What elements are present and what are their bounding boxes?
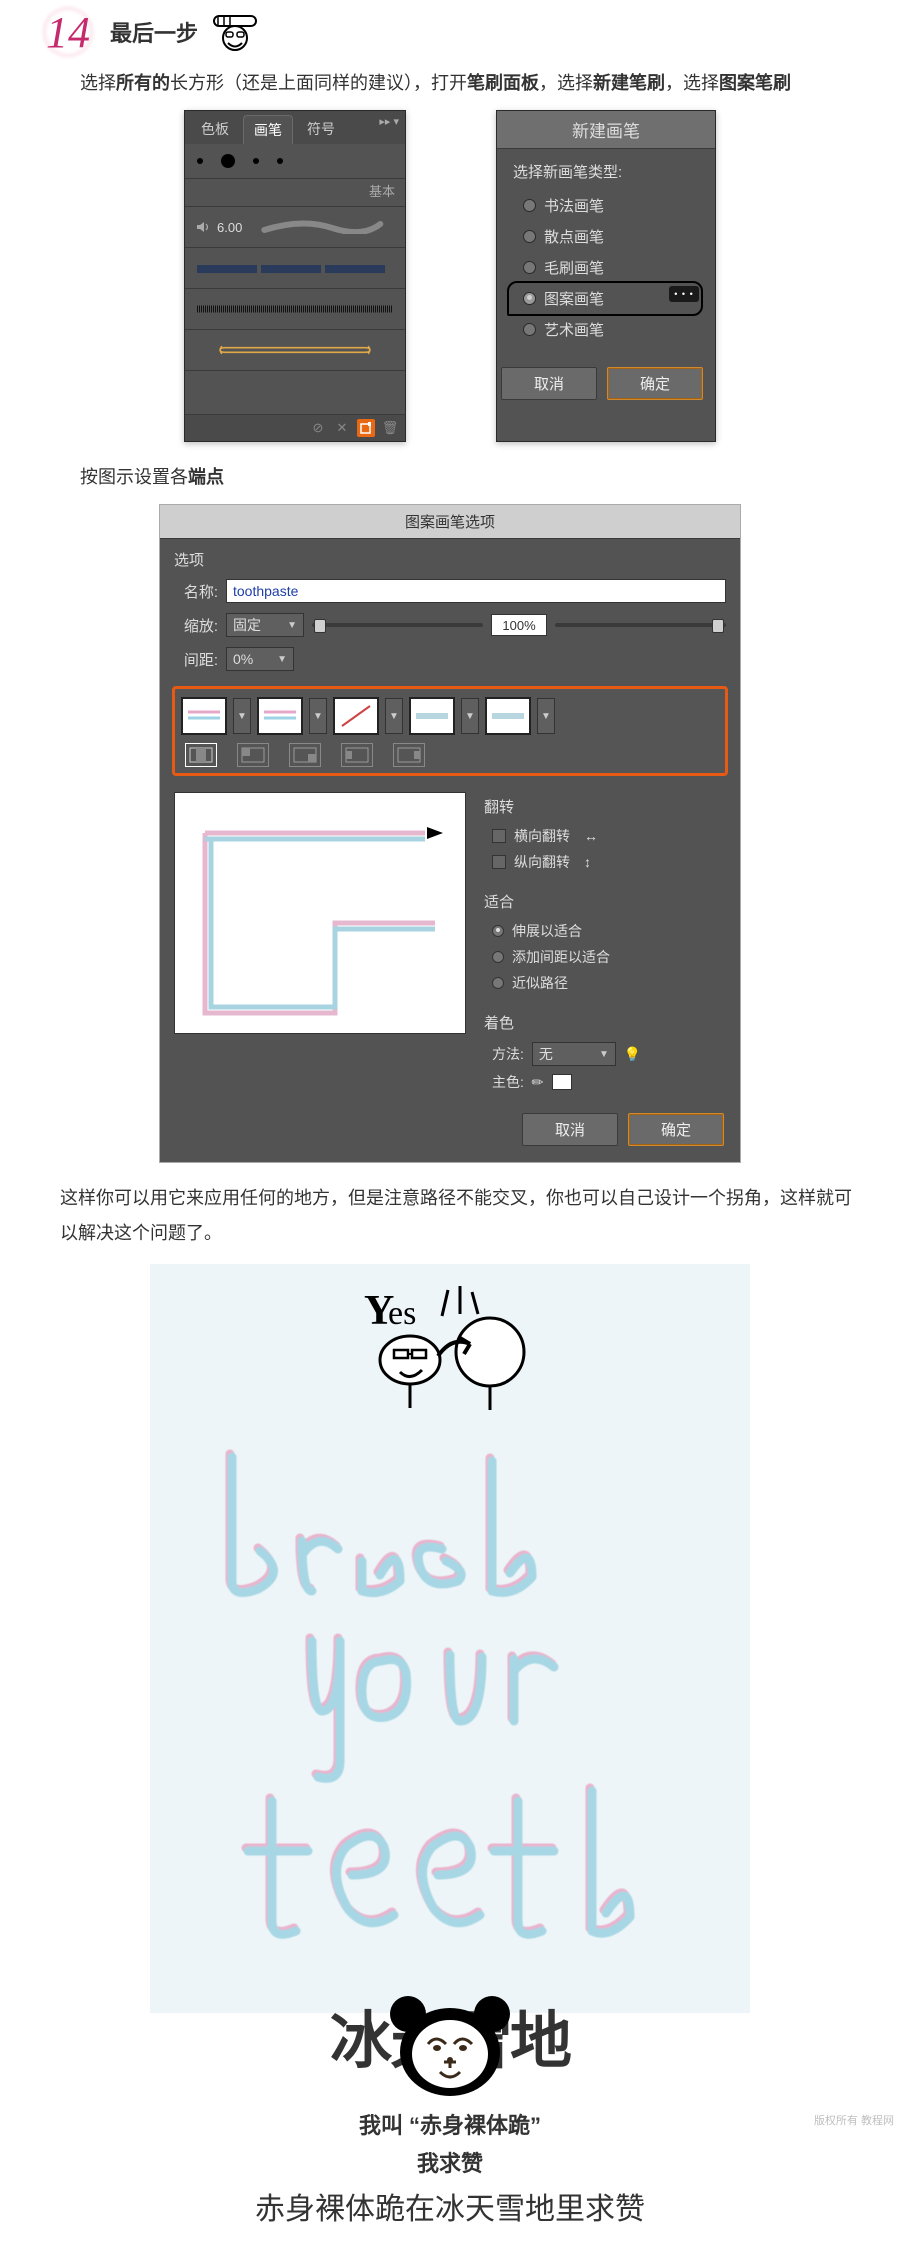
brush-sample-pattern bbox=[195, 261, 395, 275]
tile-outer-corner[interactable] bbox=[257, 697, 303, 735]
outro-paragraph: 这样你可以用它来应用任何的地方，但是注意路径不能交叉，你也可以自己设计一个拐角，… bbox=[60, 1181, 860, 1249]
flip-h-checkbox[interactable]: 横向翻转 ↔ bbox=[484, 823, 726, 849]
scale-mode-select[interactable]: 固定▼ bbox=[226, 613, 304, 637]
tile-side[interactable] bbox=[181, 697, 227, 735]
step-label: 最后一步 bbox=[110, 16, 198, 48]
spacing-input[interactable]: 0%▼ bbox=[226, 647, 294, 671]
radio-calligraphic[interactable]: 书法画笔 bbox=[513, 190, 699, 221]
tile-dropdown[interactable]: ▼ bbox=[537, 698, 555, 734]
name-input[interactable] bbox=[226, 579, 726, 603]
tip-icon[interactable]: 💡 bbox=[624, 1046, 641, 1063]
basic-label: 基本 bbox=[185, 179, 405, 207]
tile-inner-corner[interactable] bbox=[333, 697, 379, 735]
brush-preset-dot[interactable] bbox=[197, 158, 203, 164]
result-artwork: Y es bbox=[150, 1264, 750, 2013]
tile-dropdown[interactable]: ▼ bbox=[233, 698, 251, 734]
tile-slot-end-icon[interactable] bbox=[393, 743, 425, 767]
brush-size-value: 6.00 bbox=[217, 220, 242, 235]
scale-slider-2[interactable] bbox=[555, 623, 726, 627]
intro-paragraph: 选择所有的长方形（还是上面同样的建议），打开笔刷面板，选择新建笔刷，选择图案笔刷 bbox=[80, 66, 860, 100]
brush-list-row[interactable]: 6.00 bbox=[185, 207, 405, 248]
eyedropper-icon[interactable]: ✎ bbox=[528, 1072, 548, 1092]
meme-sub-1: 我叫 “赤身裸体跪” bbox=[160, 2108, 740, 2140]
footer-icon[interactable]: ✕ bbox=[333, 419, 351, 437]
brush-preset-dot[interactable] bbox=[277, 158, 283, 164]
brush-list-row[interactable] bbox=[185, 248, 405, 289]
tile-slot-corner-icon[interactable] bbox=[237, 743, 269, 767]
fit-stretch-radio[interactable]: 伸展以适合 bbox=[484, 918, 726, 944]
tile-start[interactable] bbox=[409, 697, 455, 735]
brush-preview bbox=[174, 792, 466, 1034]
scale-value[interactable]: 100% bbox=[491, 614, 547, 636]
radio-art[interactable]: 艺术画笔 bbox=[513, 314, 699, 345]
dialog-title: 新建画笔 bbox=[497, 111, 715, 149]
options-cancel-button[interactable]: 取消 bbox=[522, 1113, 618, 1146]
footer-icon[interactable]: ⊘ bbox=[309, 419, 327, 437]
fit-approx-radio[interactable]: 近似路径 bbox=[484, 970, 726, 996]
tile-end[interactable] bbox=[485, 697, 531, 735]
brush-type-label: 选择新画笔类型: bbox=[513, 161, 699, 182]
ok-button[interactable]: 确定 bbox=[607, 367, 703, 400]
tile-slot-side-icon[interactable] bbox=[185, 743, 217, 767]
meme-block: 冰天雪地 我叫 “赤身裸体跪” 我求赞 赤身裸体跪在冰天雪地里求赞 bbox=[160, 2013, 740, 2228]
tile-dropdown[interactable]: ▼ bbox=[461, 698, 479, 734]
cancel-button[interactable]: 取消 bbox=[501, 367, 597, 400]
tile-dropdown[interactable]: ▼ bbox=[309, 698, 327, 734]
brush-lettering bbox=[160, 1418, 720, 1978]
new-brush-icon[interactable] bbox=[357, 419, 375, 437]
speaker-icon bbox=[195, 219, 211, 235]
tile-dropdown[interactable]: ▼ bbox=[385, 698, 403, 734]
options-ok-button[interactable]: 确定 bbox=[628, 1113, 724, 1146]
options-section-label: 选项 bbox=[160, 539, 740, 574]
brush-sample-stroke bbox=[250, 220, 395, 234]
tab-brushes[interactable]: 画笔 bbox=[243, 115, 293, 144]
trash-icon[interactable]: 🗑 bbox=[381, 419, 399, 437]
svg-text:es: es bbox=[388, 1295, 416, 1332]
scale-label: 缩放: bbox=[174, 615, 218, 636]
panel-menu-icon[interactable]: ▸▸ ▾ bbox=[379, 115, 399, 144]
flip-v-checkbox[interactable]: 纵向翻转 ↕ bbox=[484, 849, 726, 875]
meme-sub-2: 我求赞 bbox=[160, 2146, 740, 2178]
yes-doodle: Y es bbox=[320, 1282, 580, 1412]
brush-list-row[interactable] bbox=[185, 289, 405, 330]
tab-symbols[interactable]: 符号 bbox=[297, 115, 345, 144]
fit-header: 适合 bbox=[484, 891, 726, 912]
colorization-header: 着色 bbox=[484, 1012, 726, 1033]
method-select[interactable]: 无▼ bbox=[532, 1042, 616, 1066]
ellipsis-icon: • • • bbox=[669, 286, 699, 302]
keycolor-row: 主色: ✎ bbox=[484, 1069, 726, 1095]
method-row: 方法: 无▼ 💡 bbox=[484, 1039, 726, 1069]
keycolor-swatch[interactable] bbox=[552, 1074, 572, 1090]
tab-swatches[interactable]: 色板 bbox=[191, 115, 239, 144]
fit-space-radio[interactable]: 添加间距以适合 bbox=[484, 944, 726, 970]
spacing-label: 间距: bbox=[174, 649, 218, 670]
watermark: 版权所有 教程网 bbox=[814, 2112, 894, 2128]
flip-header: 翻转 bbox=[484, 796, 726, 817]
brush-list-row[interactable] bbox=[185, 330, 405, 371]
radio-bristle[interactable]: 毛刷画笔 bbox=[513, 252, 699, 283]
brush-panel: 色板 画笔 符号 ▸▸ ▾ 基本 6.00 bbox=[184, 110, 406, 442]
step-number: 14 bbox=[40, 4, 96, 60]
tile-selector-region: ▼ ▼ ▼ ▼ ▼ bbox=[172, 686, 728, 776]
radio-pattern[interactable]: 图案画笔 • • • bbox=[513, 283, 699, 314]
brush-sample-charcoal bbox=[195, 302, 395, 316]
panda-meme-icon bbox=[390, 1992, 510, 2102]
brush-preset-dot[interactable] bbox=[221, 154, 235, 168]
options-dialog-title: 图案画笔选项 bbox=[160, 505, 740, 539]
name-label: 名称: bbox=[174, 581, 218, 602]
radio-scatter[interactable]: 散点画笔 bbox=[513, 221, 699, 252]
meme-kai-line: 赤身裸体跪在冰天雪地里求赞 bbox=[160, 2184, 740, 2228]
tile-slot-start-icon[interactable] bbox=[341, 743, 373, 767]
tile-slot-inner-icon[interactable] bbox=[289, 743, 321, 767]
cartoon-face-icon bbox=[212, 12, 258, 52]
brush-sample-ribbon bbox=[195, 343, 395, 357]
pattern-brush-options-dialog: 图案画笔选项 选项 名称: 缩放: 固定▼ 100% 间距: 0%▼ ▼ ▼ bbox=[159, 504, 741, 1163]
new-brush-dialog: 新建画笔 选择新画笔类型: 书法画笔 散点画笔 毛刷画笔 图案画笔 • • • … bbox=[496, 110, 716, 442]
scale-slider[interactable] bbox=[312, 623, 483, 627]
endpoint-note: 按图示设置各端点 bbox=[80, 460, 860, 494]
brush-preset-dot[interactable] bbox=[253, 158, 259, 164]
